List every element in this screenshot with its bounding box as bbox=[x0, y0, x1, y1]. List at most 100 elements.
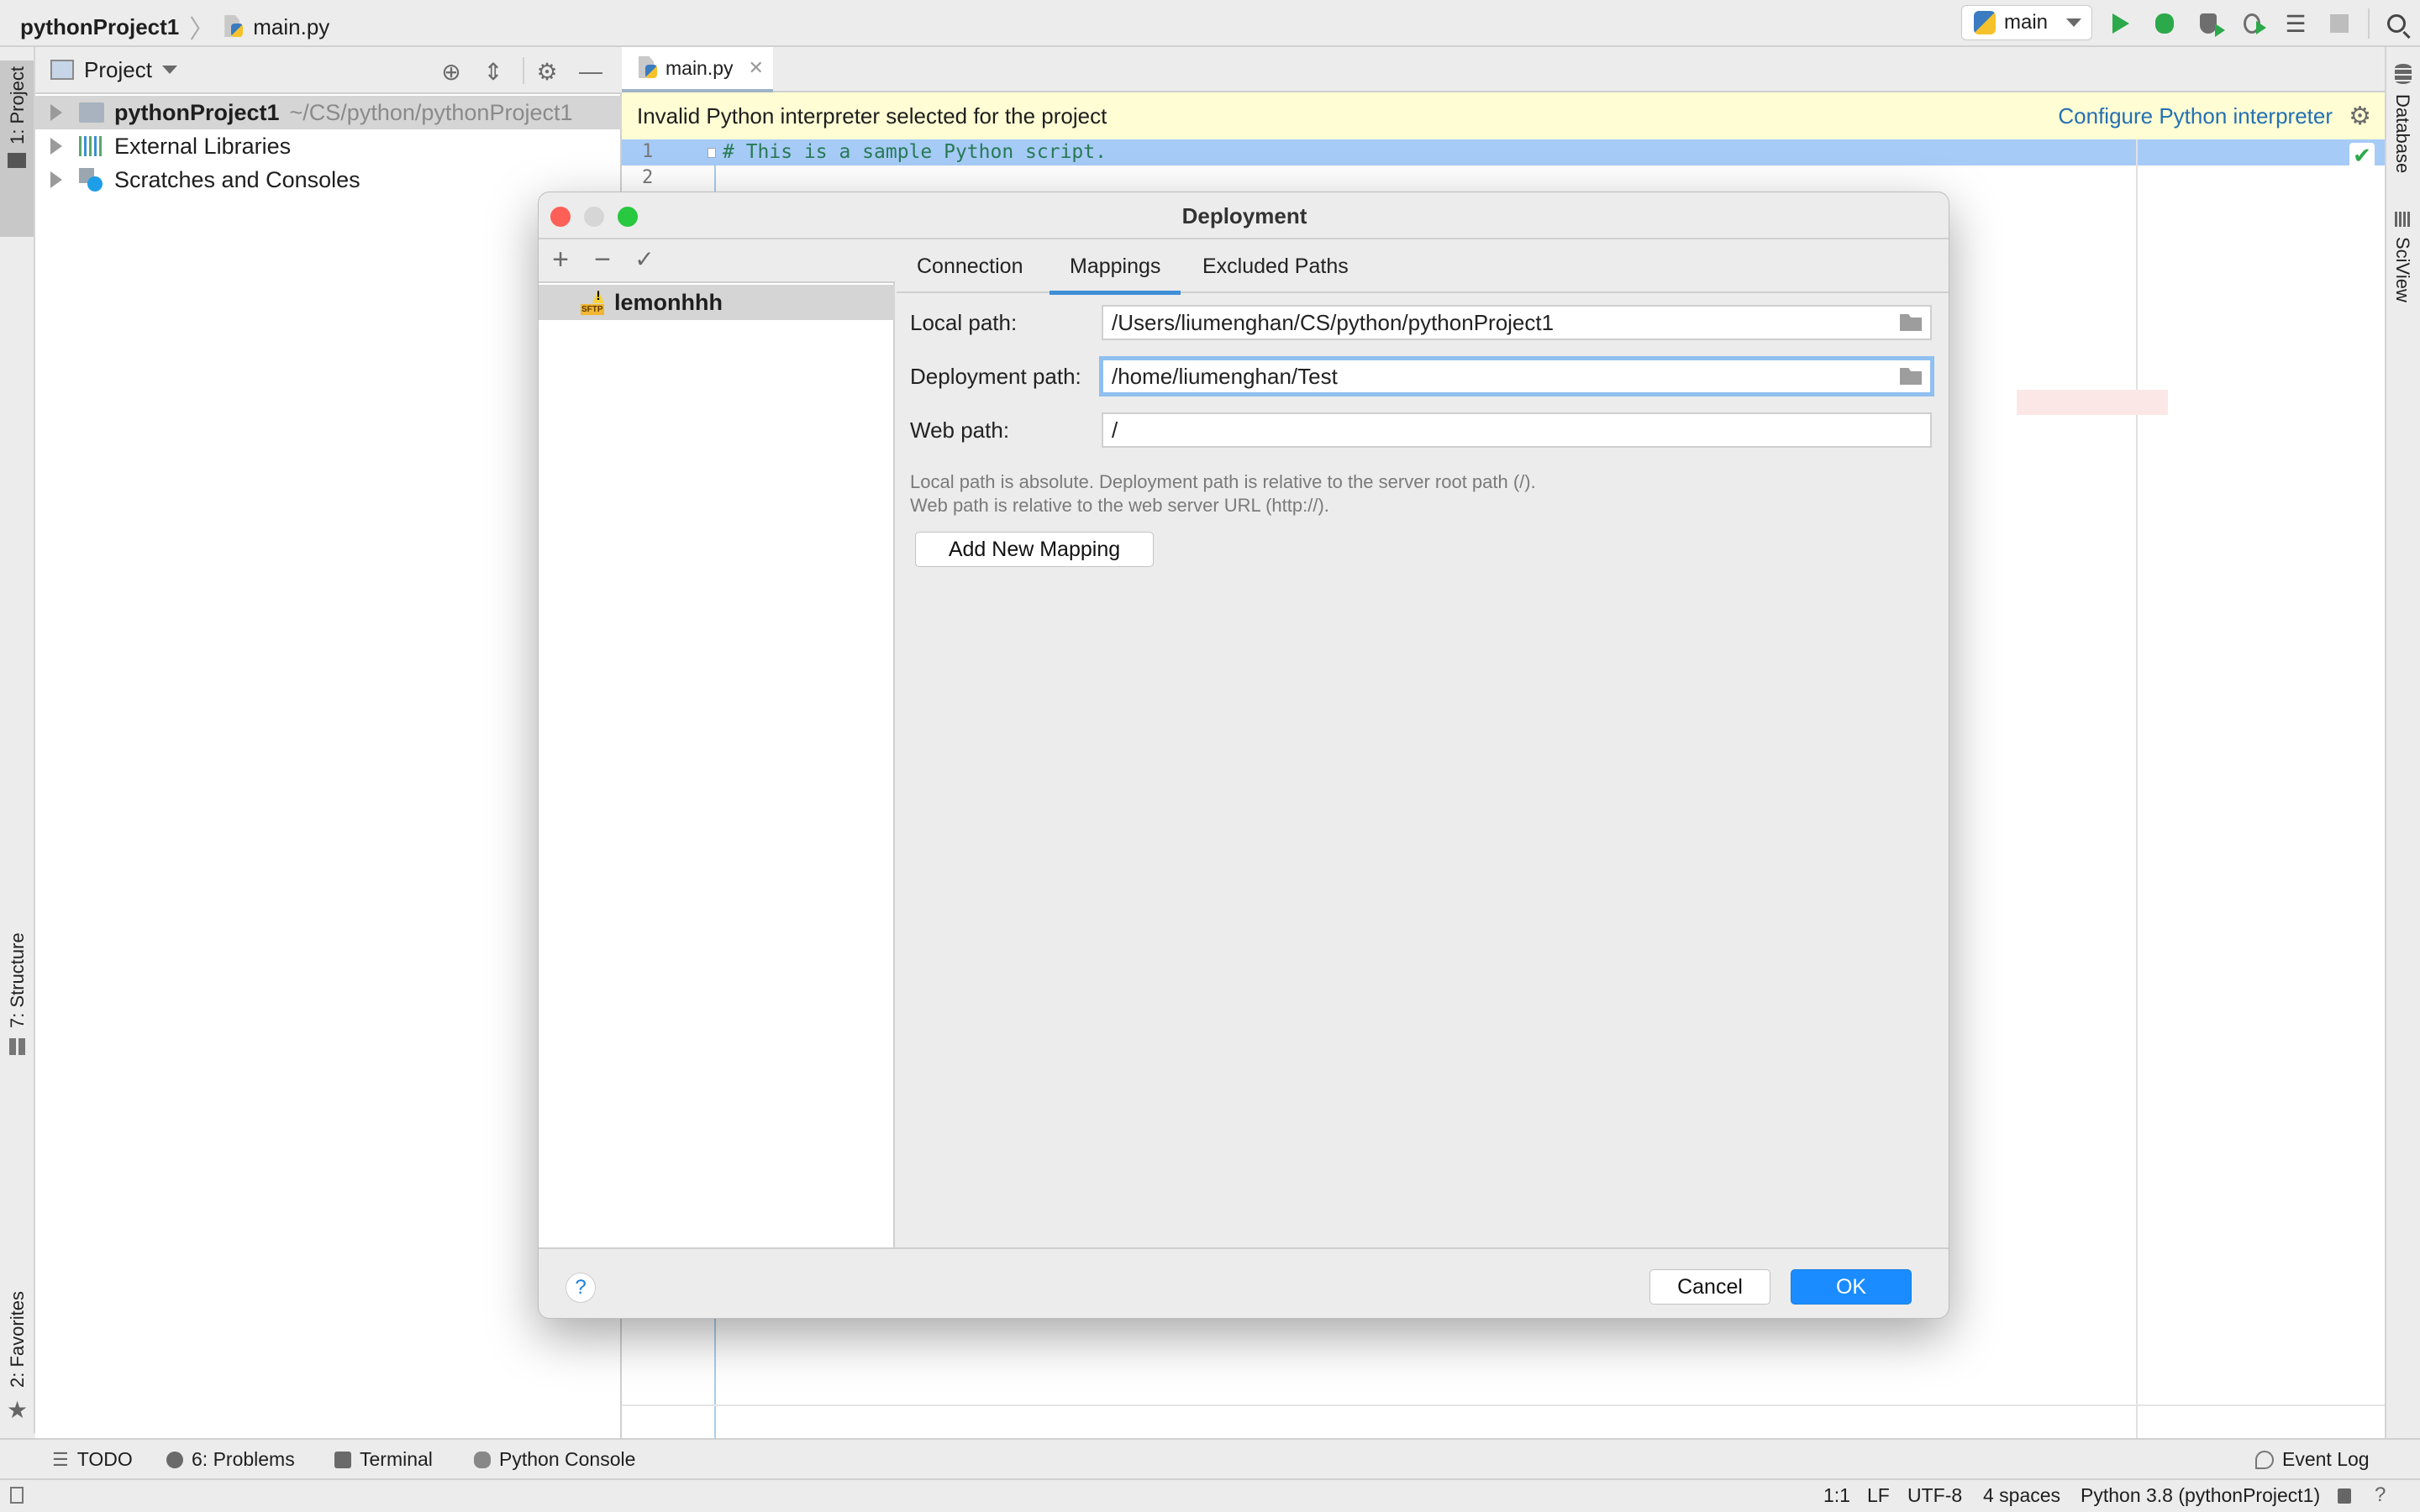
web-path-label: Web path: bbox=[910, 417, 1010, 443]
project-view-select[interactable]: Project bbox=[84, 57, 152, 83]
debug-button[interactable] bbox=[2151, 10, 2178, 37]
search-everywhere-button[interactable] bbox=[2383, 10, 2410, 37]
chevron-down-icon[interactable] bbox=[161, 66, 177, 74]
browse-folder-icon[interactable] bbox=[1900, 368, 1922, 385]
tool-window-favorites-label[interactable]: 2: Favorites bbox=[7, 1291, 29, 1388]
caret-position[interactable]: 1:1 bbox=[1823, 1484, 1850, 1507]
toggle-tool-windows-icon[interactable] bbox=[10, 1487, 24, 1504]
inspection-ok-icon[interactable]: ✔ bbox=[2349, 143, 2375, 168]
tool-window-todo[interactable]: ☰ TODO bbox=[52, 1448, 133, 1471]
tree-item-label: Scratches and Consoles bbox=[114, 166, 360, 192]
coverage-button[interactable] bbox=[2195, 10, 2225, 37]
server-list-panel: + − ✓ lemonhhh bbox=[539, 239, 895, 1247]
close-icon[interactable]: ✕ bbox=[749, 57, 764, 79]
file-encoding[interactable]: UTF-8 bbox=[1907, 1484, 1962, 1507]
minimize-icon[interactable]: — bbox=[578, 58, 603, 84]
minimize-window-button[interactable] bbox=[584, 207, 604, 227]
tree-item-project-root[interactable]: pythonProject1 ~/CS/python/pythonProject… bbox=[35, 96, 622, 129]
web-path-input[interactable]: / bbox=[1102, 412, 1932, 448]
help-settings-icon[interactable]: ? bbox=[2375, 1483, 2386, 1507]
add-new-mapping-button[interactable]: Add New Mapping bbox=[915, 532, 1154, 567]
expand-arrow-icon[interactable] bbox=[50, 171, 62, 188]
tool-window-python-console[interactable]: Python Console bbox=[474, 1448, 635, 1471]
breadcrumb-file[interactable]: main.py bbox=[253, 14, 329, 40]
line-separator[interactable]: LF bbox=[1867, 1484, 1890, 1507]
zoom-window-button[interactable] bbox=[618, 207, 638, 227]
expand-arrow-icon[interactable] bbox=[50, 138, 62, 155]
deployment-path-label: Deployment path: bbox=[910, 364, 1081, 389]
remove-server-button[interactable]: − bbox=[587, 244, 618, 275]
event-log-button[interactable]: Event Log bbox=[2255, 1448, 2370, 1471]
add-server-button[interactable]: + bbox=[545, 244, 576, 275]
tab-excluded-paths[interactable]: Excluded Paths bbox=[1182, 239, 1369, 293]
gear-icon[interactable]: ⚙ bbox=[2349, 102, 2371, 131]
chevron-down-icon bbox=[2066, 18, 2081, 27]
profile-button[interactable] bbox=[2238, 10, 2266, 37]
browse-folder-icon[interactable] bbox=[1900, 314, 1922, 331]
server-item-lemonhhh[interactable]: lemonhhh bbox=[539, 285, 895, 320]
local-path-value: /Users/liumenghan/CS/python/pythonProjec… bbox=[1112, 310, 1555, 335]
tool-window-project-label[interactable]: 1: Project bbox=[7, 66, 29, 144]
configure-interpreter-link[interactable]: Configure Python interpreter bbox=[2058, 103, 2333, 129]
tree-item-external-libraries[interactable]: External Libraries bbox=[35, 129, 622, 163]
tool-window-label: 6: Problems bbox=[192, 1448, 295, 1470]
locate-icon[interactable]: ⊕ bbox=[439, 59, 464, 85]
tree-item-label: pythonProject1 bbox=[114, 99, 280, 125]
editor-tab-main-py[interactable]: main.py ✕ bbox=[622, 47, 773, 92]
line-number: 2 bbox=[642, 167, 654, 188]
editor-tab-label: main.py bbox=[666, 56, 734, 79]
gear-icon[interactable]: ⚙ bbox=[534, 59, 560, 85]
debug-icon bbox=[2155, 13, 2174, 34]
code-line[interactable]: 1 # This is a sample Python script. bbox=[622, 139, 2385, 165]
editor-tab-bar: main.py ✕ bbox=[622, 47, 2385, 92]
code-text: # This is a sample Python script. bbox=[723, 141, 1107, 163]
ok-button[interactable]: OK bbox=[1791, 1269, 1912, 1305]
deployment-path-input[interactable]: /home/liumenghan/Test bbox=[1102, 359, 1932, 394]
python-file-icon bbox=[224, 15, 245, 39]
tool-window-problems[interactable]: 6: Problems bbox=[166, 1448, 295, 1471]
tree-item-scratches[interactable]: Scratches and Consoles bbox=[35, 163, 622, 197]
error-highlight bbox=[2017, 390, 2168, 415]
python-icon bbox=[1974, 11, 1996, 34]
stop-button[interactable] bbox=[2326, 10, 2353, 37]
run-button[interactable] bbox=[2107, 10, 2134, 37]
line-number: 1 bbox=[642, 141, 654, 162]
header-divider bbox=[523, 57, 524, 84]
set-default-button[interactable]: ✓ bbox=[629, 244, 660, 275]
cancel-button[interactable]: Cancel bbox=[1649, 1269, 1770, 1305]
chat-bubble-icon bbox=[2255, 1450, 2274, 1469]
tool-window-sciview-label[interactable]: SciView bbox=[2391, 237, 2413, 302]
indent-setting[interactable]: 4 spaces bbox=[1983, 1484, 2060, 1507]
run-configuration-label: main bbox=[2004, 11, 2049, 34]
tool-window-bar: ☰ TODO 6: Problems Terminal Python Conso… bbox=[0, 1438, 2420, 1480]
editor-bottom-border bbox=[622, 1404, 2385, 1406]
tool-window-database-label[interactable]: Database bbox=[2391, 94, 2413, 173]
close-window-button[interactable] bbox=[550, 207, 571, 227]
breadcrumb-project[interactable]: pythonProject1 bbox=[20, 14, 179, 40]
fold-marker-icon[interactable] bbox=[708, 148, 716, 158]
collapse-all-icon[interactable]: ⇕ bbox=[481, 59, 506, 85]
unlock-icon[interactable] bbox=[2338, 1488, 2351, 1504]
server-list-toolbar: + − ✓ bbox=[539, 239, 895, 283]
scratches-icon bbox=[79, 168, 104, 192]
expand-arrow-icon[interactable] bbox=[50, 104, 62, 121]
toolbar-divider bbox=[2368, 8, 2370, 39]
tab-mappings[interactable]: Mappings bbox=[1050, 239, 1181, 295]
left-tool-window-strip: 1: Project 7: Structure ★ 2: Favorites bbox=[0, 47, 35, 1433]
local-path-input[interactable]: /Users/liumenghan/CS/python/pythonProjec… bbox=[1102, 305, 1932, 340]
database-icon bbox=[2395, 64, 2412, 84]
interpreter-selector[interactable]: Python 3.8 (pythonProject1) bbox=[2081, 1484, 2320, 1507]
stop-icon bbox=[2330, 14, 2349, 33]
code-line[interactable]: 2 bbox=[622, 165, 2385, 192]
run-concurrency-button[interactable]: ☰ bbox=[2282, 10, 2309, 37]
tree-item-label: External Libraries bbox=[114, 133, 292, 159]
status-bar: 1:1 LF UTF-8 4 spaces Python 3.8 (python… bbox=[0, 1480, 2420, 1512]
help-button[interactable]: ? bbox=[566, 1273, 596, 1303]
tool-window-terminal[interactable]: Terminal bbox=[334, 1448, 433, 1471]
right-tool-window-strip: Database SciView bbox=[2385, 47, 2420, 1438]
dialog-tabs: Connection Mappings Excluded Paths bbox=[897, 239, 1949, 295]
tab-connection[interactable]: Connection bbox=[897, 239, 1043, 293]
run-configuration-select[interactable]: main bbox=[1961, 5, 2092, 40]
sftp-warning-icon bbox=[581, 290, 606, 315]
tool-window-structure-label[interactable]: 7: Structure bbox=[7, 932, 29, 1028]
